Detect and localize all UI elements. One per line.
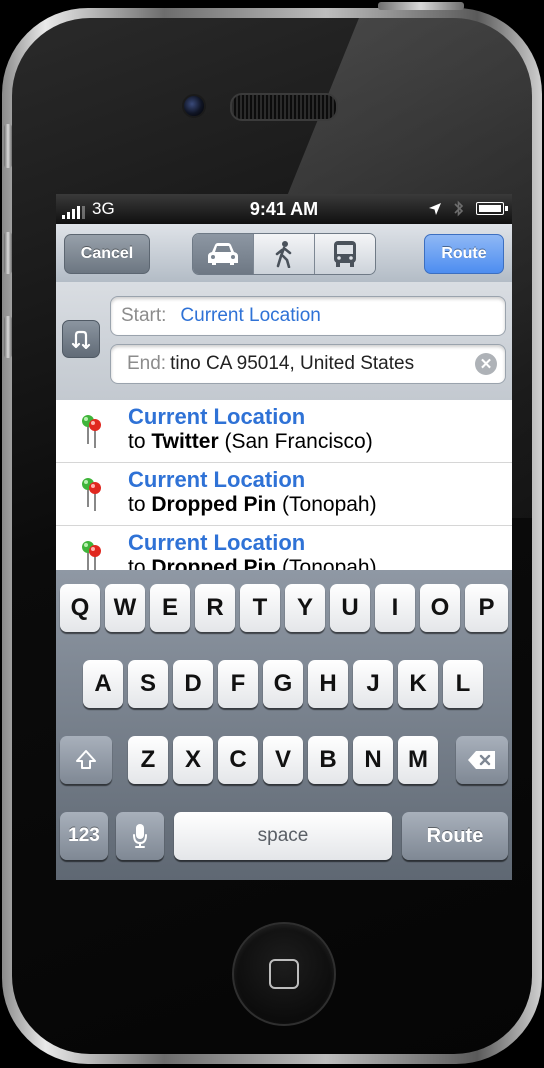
key-a[interactable]: A — [83, 660, 123, 708]
key-w[interactable]: W — [105, 584, 145, 632]
mute-switch — [4, 124, 12, 168]
recent-route-title: Current Location — [128, 404, 306, 429]
recent-route-item[interactable]: Current Location to Dropped Pin (Tonopah… — [56, 463, 512, 526]
key-g[interactable]: G — [263, 660, 303, 708]
destination-detail: (Tonopah) — [282, 556, 377, 570]
transit-mode-button[interactable] — [315, 234, 375, 274]
route-pins-icon — [82, 415, 101, 448]
key-r[interactable]: R — [195, 584, 235, 632]
recent-route-destination: to Dropped Pin (Tonopah) — [128, 493, 377, 517]
keyboard: Q W E R T Y U I O P A S D F G H J K L Z … — [56, 570, 512, 880]
key-o[interactable]: O — [420, 584, 460, 632]
numbers-key[interactable]: 123 — [60, 812, 108, 860]
key-m[interactable]: M — [398, 736, 438, 784]
front-camera — [182, 94, 206, 118]
key-e[interactable]: E — [150, 584, 190, 632]
end-label: End: — [127, 353, 167, 374]
key-n[interactable]: N — [353, 736, 393, 784]
dictation-key[interactable] — [116, 812, 164, 860]
earpiece-speaker — [230, 93, 338, 121]
destination-detail: (San Francisco) — [224, 430, 373, 453]
key-f[interactable]: F — [218, 660, 258, 708]
battery-icon — [476, 202, 508, 215]
status-bar: 3G 9:41 AM — [56, 194, 512, 224]
home-square-icon — [269, 959, 299, 989]
key-x[interactable]: X — [173, 736, 213, 784]
key-p[interactable]: P — [465, 584, 508, 632]
power-button — [378, 2, 464, 10]
walking-mode-button[interactable] — [254, 234, 315, 274]
volume-up-button — [4, 232, 12, 274]
destination-detail: (Tonopah) — [282, 493, 377, 516]
recent-route-destination: to Twitter (San Francisco) — [128, 430, 373, 454]
transport-mode-selector — [192, 233, 376, 275]
start-field[interactable]: Start: Current Location — [110, 296, 506, 336]
key-i[interactable]: I — [375, 584, 415, 632]
status-icons — [428, 200, 508, 217]
shift-arrow-icon — [76, 750, 96, 769]
recent-route-item[interactable]: Current Location to Twitter (San Francis… — [56, 400, 512, 463]
end-field[interactable]: End: tino CA 95014, United States ✕ — [110, 344, 506, 384]
swap-arrows-icon — [71, 330, 91, 349]
microphone-icon — [133, 824, 147, 848]
key-q[interactable]: Q — [60, 584, 100, 632]
destination-name: Dropped Pin — [151, 556, 277, 570]
phone-stage: 3G 9:41 AM Cancel Route Start: Current L… — [0, 0, 544, 1068]
route-button[interactable]: Route — [424, 234, 504, 274]
key-h[interactable]: H — [308, 660, 348, 708]
recent-route-destination: to Dropped Pin (Tonopah) — [128, 556, 377, 570]
destination-name: Dropped Pin — [151, 493, 277, 516]
key-j[interactable]: J — [353, 660, 393, 708]
keyboard-route-key[interactable]: Route — [402, 812, 508, 860]
key-k[interactable]: K — [398, 660, 438, 708]
walking-icon — [275, 241, 292, 268]
key-s[interactable]: S — [128, 660, 168, 708]
space-key[interactable]: space — [174, 812, 392, 860]
key-z[interactable]: Z — [128, 736, 168, 784]
key-d[interactable]: D — [173, 660, 213, 708]
start-label: Start: — [121, 305, 167, 326]
key-v[interactable]: V — [263, 736, 303, 784]
bluetooth-icon — [454, 200, 464, 217]
bus-icon — [334, 241, 356, 267]
clear-field-button[interactable]: ✕ — [475, 353, 497, 375]
screen: 3G 9:41 AM Cancel Route Start: Current L… — [56, 194, 512, 880]
volume-down-button — [4, 316, 12, 358]
destination-prefix: to — [128, 430, 146, 453]
recent-route-title: Current Location — [128, 467, 306, 492]
key-c[interactable]: C — [218, 736, 258, 784]
backspace-icon — [468, 751, 495, 769]
swap-start-end-button[interactable] — [62, 320, 100, 358]
key-b[interactable]: B — [308, 736, 348, 784]
delete-key[interactable] — [456, 736, 508, 784]
location-arrow-icon — [429, 202, 441, 215]
route-pins-icon — [82, 541, 101, 570]
cancel-button[interactable]: Cancel — [64, 234, 150, 274]
home-button[interactable] — [232, 922, 336, 1026]
directions-toolbar: Cancel Route — [56, 224, 512, 283]
recent-route-item[interactable]: Current Location to Dropped Pin (Tonopah… — [56, 526, 512, 570]
driving-mode-button[interactable] — [193, 234, 254, 274]
shift-key[interactable] — [60, 736, 112, 784]
key-u[interactable]: U — [330, 584, 370, 632]
destination-prefix: to — [128, 493, 146, 516]
route-pins-icon — [82, 478, 101, 511]
destination-prefix: to — [128, 556, 146, 570]
destination-name: Twitter — [151, 430, 219, 453]
key-l[interactable]: L — [443, 660, 483, 708]
end-value: tino CA 95014, United States — [170, 353, 415, 374]
key-t[interactable]: T — [240, 584, 280, 632]
recent-routes-list: Current Location to Twitter (San Francis… — [56, 400, 512, 570]
car-icon — [208, 243, 238, 265]
route-fields-panel: Start: Current Location End: tino CA 950… — [56, 282, 512, 401]
start-value: Current Location — [180, 305, 321, 326]
recent-route-title: Current Location — [128, 530, 306, 555]
key-y[interactable]: Y — [285, 584, 325, 632]
